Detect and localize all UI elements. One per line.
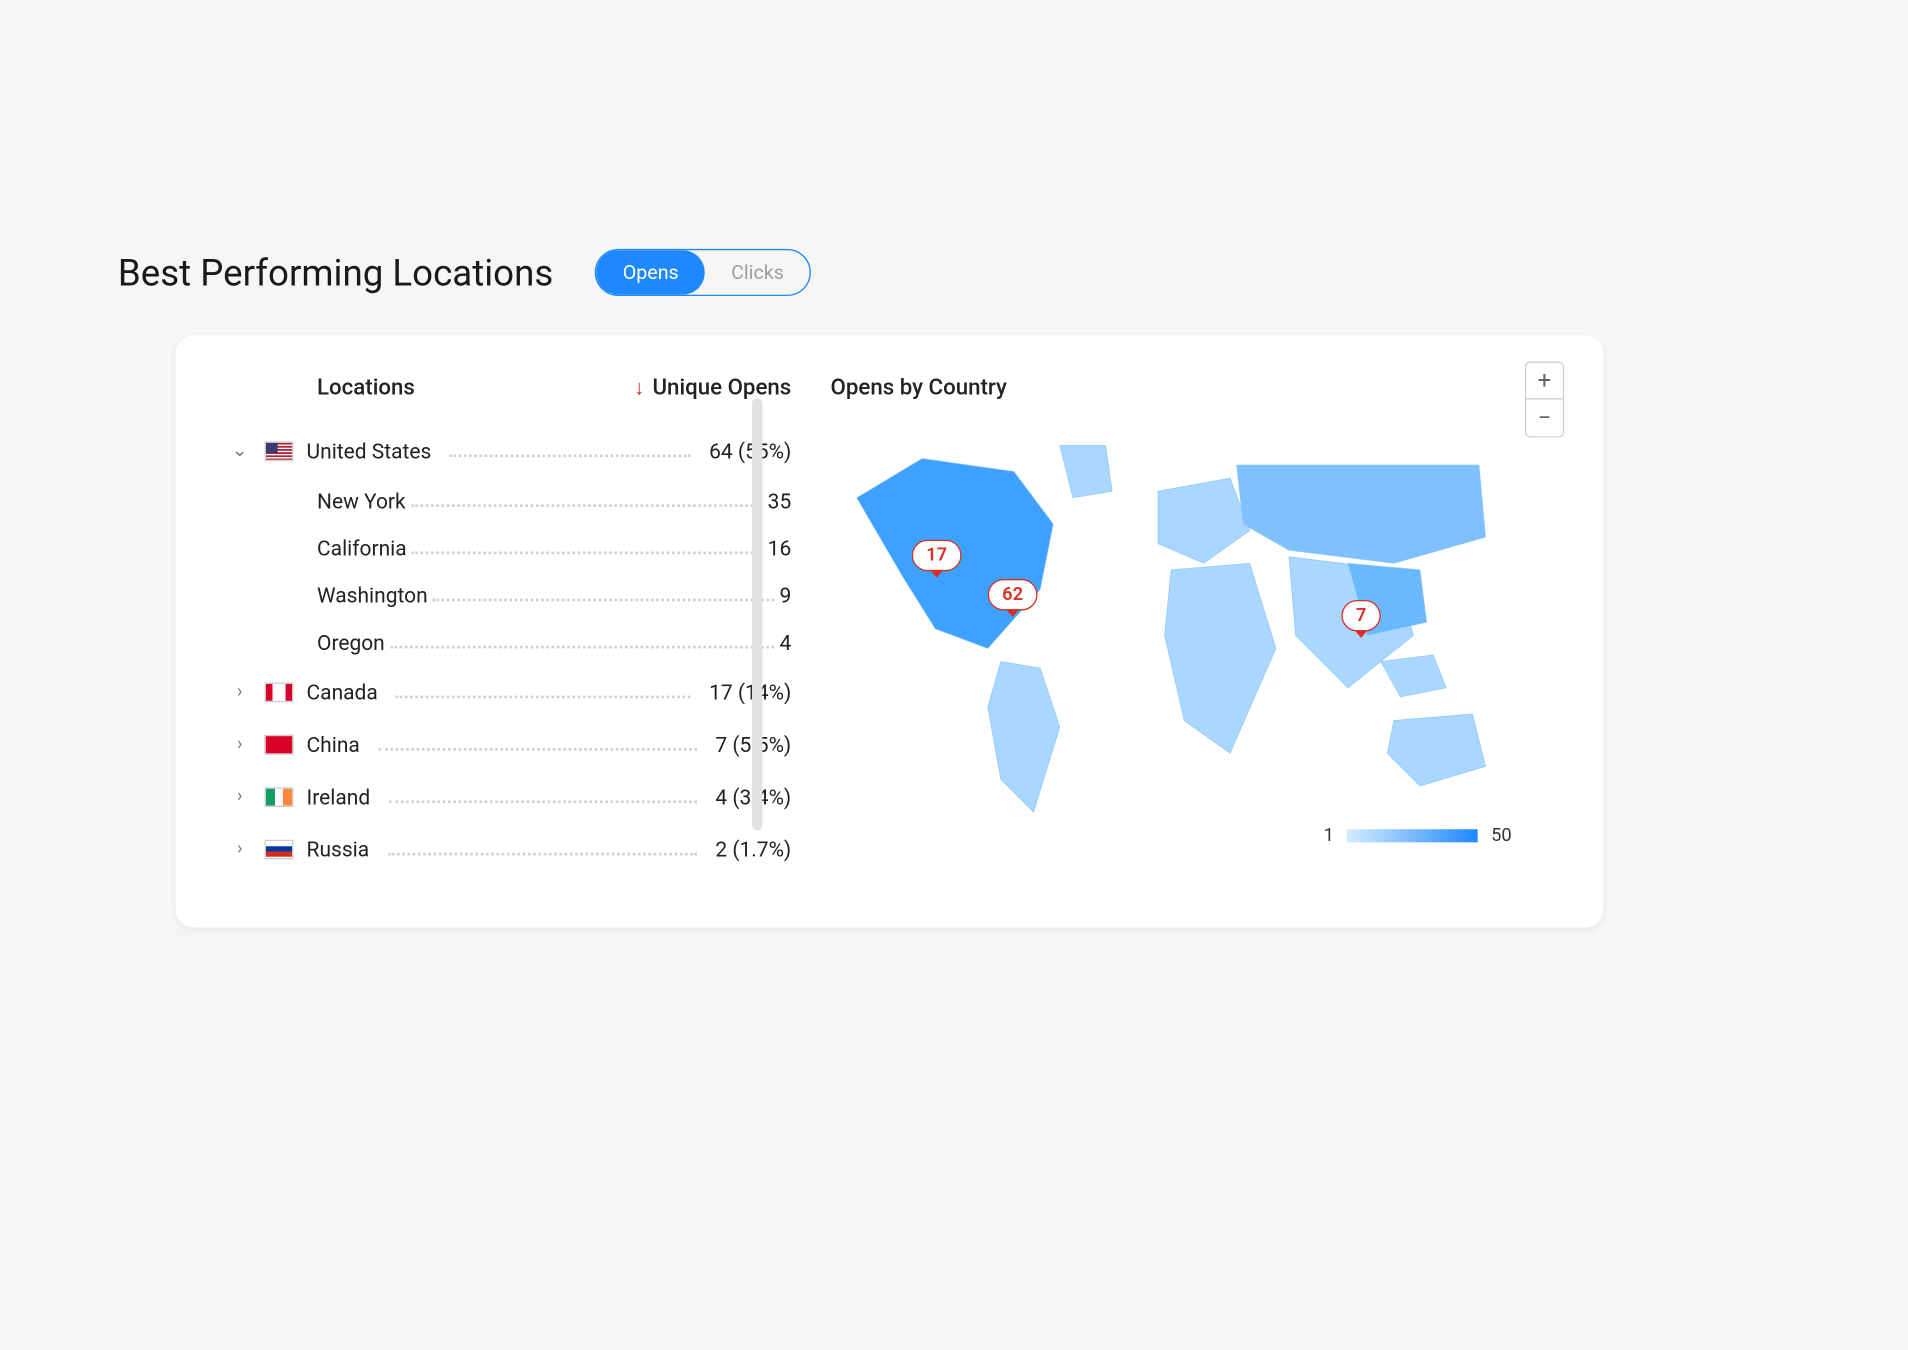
country-name: Ireland — [307, 784, 371, 809]
country-name: United States — [307, 438, 432, 463]
list-scrollbar[interactable] — [752, 398, 762, 830]
leader-dots — [396, 685, 691, 698]
region-name: New York — [317, 488, 406, 513]
section-header: Best Performing Locations Opens Clicks — [118, 249, 1611, 296]
legend-gradient — [1347, 829, 1478, 842]
zoom-out-button[interactable]: − — [1526, 400, 1563, 437]
flag-icon — [265, 734, 294, 754]
world-map[interactable]: 17627 1 50 — [831, 419, 1512, 838]
country-row[interactable]: › Canada 17 (14%) — [228, 665, 791, 717]
region-value: 9 — [779, 582, 791, 607]
flag-icon — [265, 787, 294, 807]
country-row[interactable]: ›Ireland4 (3.4%) — [228, 770, 791, 822]
region-row: New York 35 — [228, 477, 791, 524]
region-name: Washington — [317, 582, 428, 607]
metric-toggle: Opens Clicks — [595, 249, 811, 296]
region-value: 4 — [779, 629, 791, 654]
leader-dots — [433, 588, 774, 601]
col-header-metric-label: Unique Opens — [652, 375, 791, 401]
flag-icon — [265, 682, 294, 702]
country-row[interactable]: › Russia 2 (1.7%) — [228, 823, 791, 875]
map-panel: Opens by Country + − — [831, 375, 1551, 875]
country-name: Canada — [307, 679, 378, 704]
flag-icon — [265, 441, 294, 461]
country-name: China — [307, 732, 360, 757]
leader-dots — [387, 842, 697, 855]
leader-dots — [411, 494, 763, 507]
section-title: Best Performing Locations — [118, 251, 553, 294]
map-bubble[interactable]: 17 — [912, 540, 962, 571]
list-header: Locations ↓ Unique Opens — [228, 375, 791, 401]
region-name: Oregon — [317, 629, 385, 654]
region-value: 16 — [768, 535, 792, 560]
region-row: California 16 — [228, 524, 791, 571]
legend-max: 50 — [1491, 825, 1512, 846]
map-title: Opens by Country — [831, 375, 1551, 401]
region-name: California — [317, 535, 407, 560]
map-legend: 1 50 — [1324, 825, 1512, 846]
country-row[interactable]: ⌄ United States 64 (55%) — [228, 424, 791, 476]
toggle-clicks[interactable]: Clicks — [705, 250, 810, 295]
zoom-control: + − — [1525, 362, 1564, 438]
sort-desc-icon: ↓ — [634, 375, 644, 401]
map-bubble[interactable]: 7 — [1341, 600, 1380, 631]
country-value: 2 (1.7%) — [715, 836, 791, 861]
expand-toggle-icon[interactable]: › — [228, 838, 252, 859]
map-bubble[interactable]: 62 — [988, 579, 1038, 610]
leader-dots — [450, 444, 691, 457]
expand-toggle-icon[interactable]: › — [228, 734, 252, 755]
region-row: Washington 9 — [228, 571, 791, 618]
expand-toggle-icon[interactable]: ⌄ — [228, 440, 252, 461]
zoom-in-button[interactable]: + — [1526, 363, 1563, 400]
region-value: 35 — [768, 488, 792, 513]
expand-toggle-icon[interactable]: › — [228, 681, 252, 702]
leader-dots — [412, 541, 763, 554]
expand-toggle-icon[interactable]: › — [228, 786, 252, 807]
locations-card: Locations ↓ Unique Opens ⌄ United States 6… — [176, 335, 1604, 927]
country-row[interactable]: ›China7 (5.5%) — [228, 718, 791, 770]
region-row: Oregon 4 — [228, 618, 791, 665]
toggle-opens[interactable]: Opens — [597, 250, 705, 295]
locations-list: Locations ↓ Unique Opens ⌄ United States 6… — [228, 375, 791, 875]
country-value: 64 (55%) — [709, 438, 791, 463]
leader-dots — [388, 790, 697, 803]
world-map-svg — [831, 419, 1512, 838]
country-value: 17 (14%) — [709, 679, 791, 704]
col-header-locations: Locations — [317, 375, 415, 401]
col-header-metric[interactable]: ↓ Unique Opens — [634, 375, 791, 401]
flag-icon — [265, 839, 294, 859]
leader-dots — [390, 635, 774, 648]
leader-dots — [378, 738, 697, 751]
country-name: Russia — [307, 836, 370, 861]
legend-min: 1 — [1324, 825, 1334, 846]
